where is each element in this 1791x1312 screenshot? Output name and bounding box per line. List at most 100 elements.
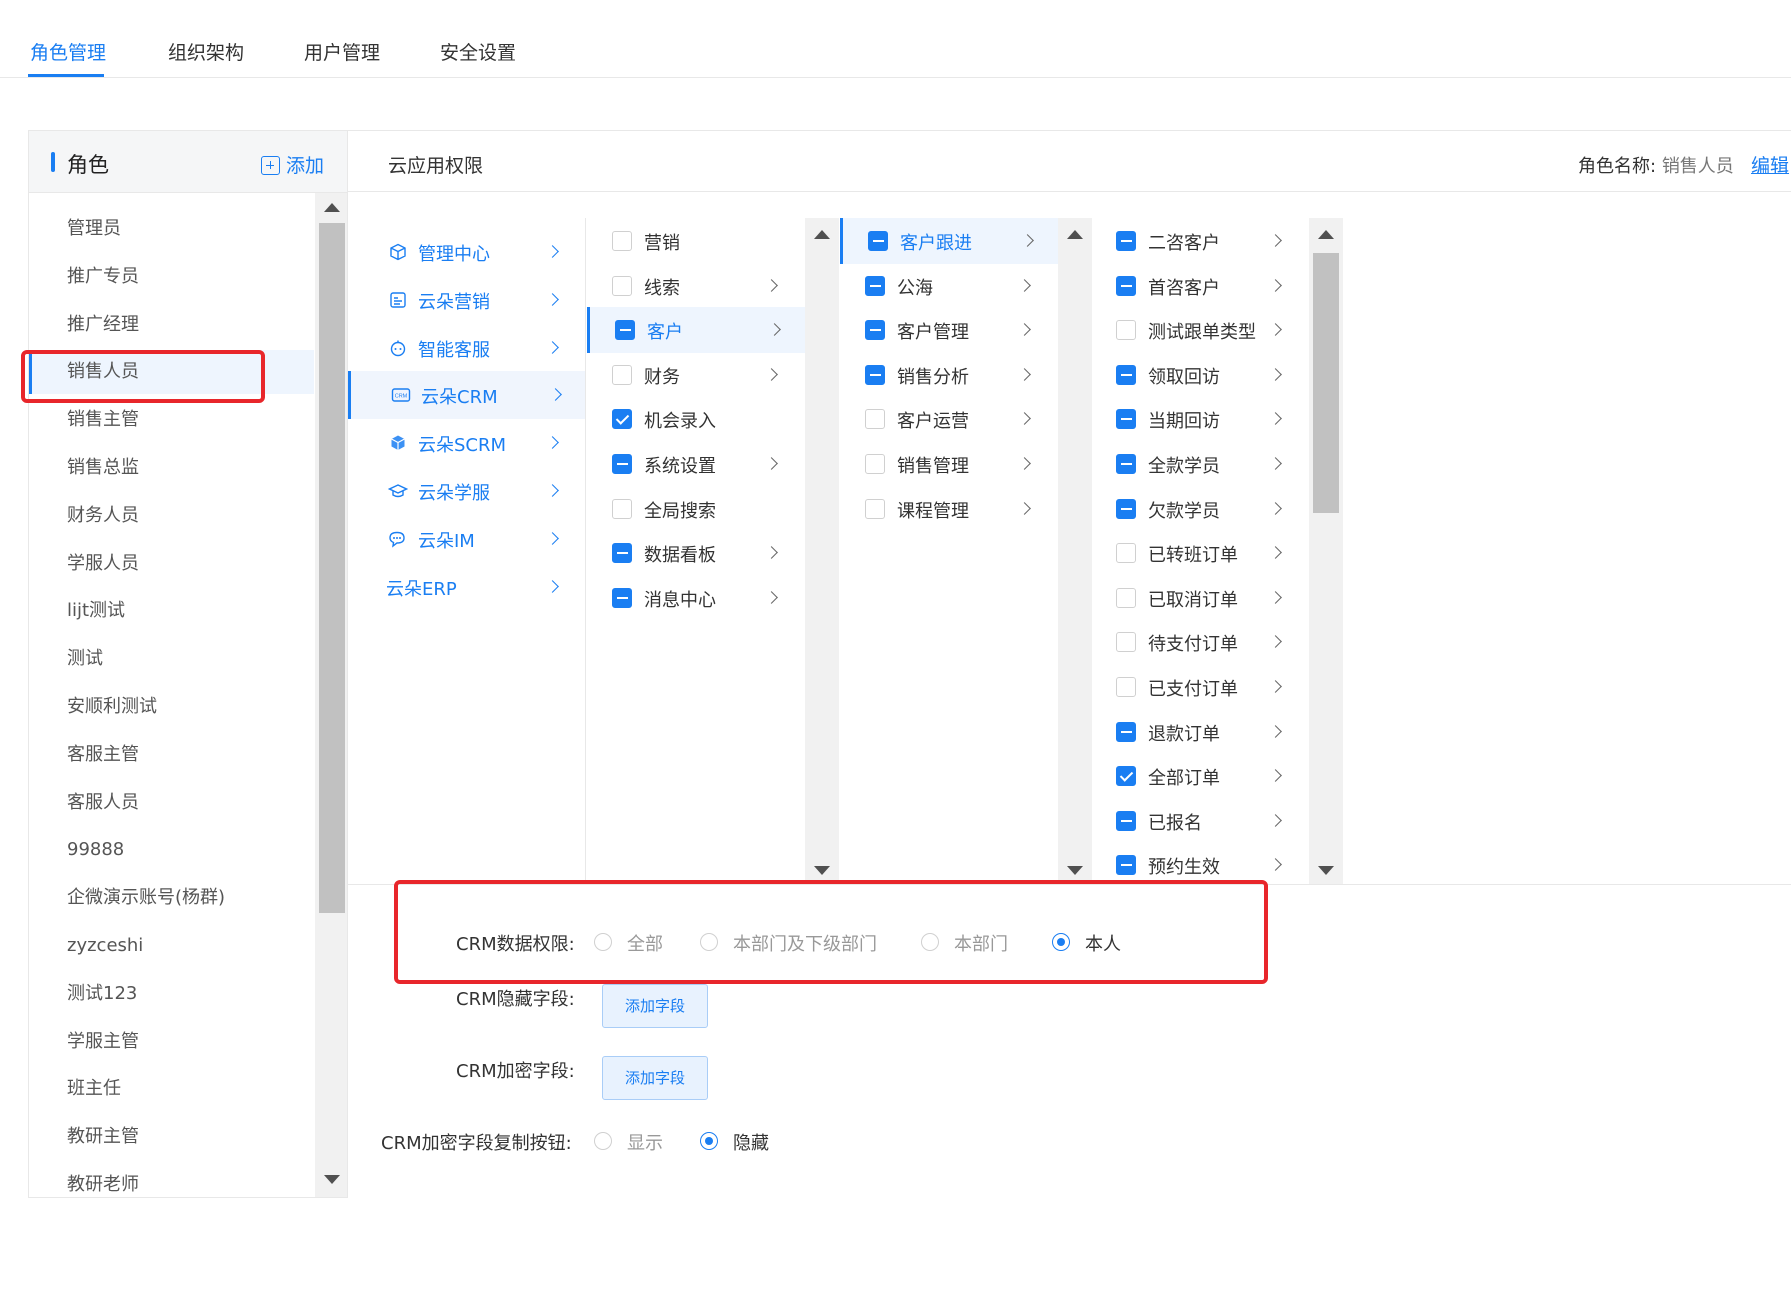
radio-dot[interactable] <box>594 1132 612 1150</box>
scroll-down-icon[interactable] <box>1067 866 1083 875</box>
app-item[interactable]: 云朵ERP <box>348 563 585 611</box>
permission-checkbox[interactable] <box>612 364 632 385</box>
scrollbar-thumb[interactable] <box>1313 253 1339 513</box>
permission-item[interactable]: 全局搜索 <box>587 486 805 532</box>
permission-checkbox[interactable] <box>1116 498 1136 519</box>
role-list-item[interactable]: 客服人员 <box>29 781 314 825</box>
detail-column-scrollbar[interactable] <box>1309 218 1343 884</box>
permission-checkbox[interactable] <box>1116 409 1136 430</box>
permission-checkbox[interactable] <box>612 587 632 608</box>
permission-item[interactable]: 当期回访 <box>1091 396 1309 442</box>
permission-checkbox[interactable] <box>865 498 885 519</box>
permission-checkbox[interactable] <box>612 275 632 296</box>
permission-item[interactable]: 领取回访 <box>1091 352 1309 398</box>
app-item[interactable]: 云朵IM <box>348 515 585 563</box>
permission-checkbox[interactable] <box>612 543 632 564</box>
permission-item[interactable]: 已支付订单 <box>1091 664 1309 710</box>
permission-item[interactable]: 机会录入 <box>587 396 805 442</box>
permission-checkbox[interactable] <box>865 364 885 385</box>
permission-item[interactable]: 二咨客户 <box>1091 218 1309 264</box>
permission-item[interactable]: 客户跟进 <box>840 218 1058 264</box>
role-list-scrollbar[interactable] <box>315 193 347 1197</box>
permission-item[interactable]: 系统设置 <box>587 441 805 487</box>
permission-checkbox[interactable] <box>1116 543 1136 564</box>
role-list-item[interactable]: 推广经理 <box>29 303 314 347</box>
permission-checkbox[interactable] <box>1116 855 1136 876</box>
permission-checkbox[interactable] <box>1116 632 1136 653</box>
permission-item[interactable]: 首咨客户 <box>1091 263 1309 309</box>
permission-item[interactable]: 公海 <box>840 263 1058 309</box>
app-item[interactable]: CRM 云朵CRM <box>348 371 585 420</box>
role-list-item[interactable]: 客服主管 <box>29 733 314 777</box>
permission-item[interactable]: 财务 <box>587 352 805 398</box>
permission-item[interactable]: 欠款学员 <box>1091 486 1309 532</box>
role-list-item[interactable]: 99888 <box>29 828 314 872</box>
scroll-up-icon[interactable] <box>324 203 340 212</box>
tab-security-settings[interactable]: 安全设置 <box>440 38 516 65</box>
role-list-item[interactable]: 销售总监 <box>29 446 314 490</box>
scroll-up-icon[interactable] <box>1067 230 1083 239</box>
app-item[interactable]: 云朵营销 <box>348 276 585 324</box>
permission-item[interactable]: 消息中心 <box>587 575 805 621</box>
permission-checkbox[interactable] <box>865 320 885 341</box>
role-list-item[interactable]: 学服人员 <box>29 542 314 586</box>
scroll-down-icon[interactable] <box>1318 866 1334 875</box>
permission-item[interactable]: 已转班订单 <box>1091 530 1309 576</box>
radio-dot[interactable] <box>700 1132 718 1150</box>
module-column-scrollbar[interactable] <box>805 218 839 884</box>
scroll-down-icon[interactable] <box>324 1175 340 1184</box>
submodule-column-scrollbar[interactable] <box>1058 218 1092 884</box>
scrollbar-thumb[interactable] <box>319 223 345 913</box>
role-list-item[interactable]: 安顺利测试 <box>29 685 314 729</box>
tab-organization[interactable]: 组织架构 <box>168 38 244 65</box>
permission-checkbox[interactable] <box>1116 320 1136 341</box>
permission-checkbox[interactable] <box>612 231 632 251</box>
scroll-up-icon[interactable] <box>814 230 830 239</box>
role-list-item[interactable]: 教研主管 <box>29 1115 314 1159</box>
add-encrypted-field-button[interactable]: 添加字段 <box>602 1056 708 1100</box>
permission-checkbox[interactable] <box>1116 587 1136 608</box>
permission-item[interactable]: 销售分析 <box>840 352 1058 398</box>
permission-checkbox[interactable] <box>612 409 632 430</box>
permission-checkbox[interactable] <box>1116 231 1136 251</box>
tab-user-management[interactable]: 用户管理 <box>304 38 380 65</box>
scroll-up-icon[interactable] <box>1318 230 1334 239</box>
permission-item[interactable]: 已取消订单 <box>1091 575 1309 621</box>
permission-checkbox[interactable] <box>865 275 885 296</box>
permission-checkbox[interactable] <box>868 231 888 251</box>
role-list-item[interactable]: 测试 <box>29 637 314 681</box>
permission-checkbox[interactable] <box>865 454 885 474</box>
role-list-item[interactable]: zyzceshi <box>29 924 314 968</box>
app-item[interactable]: 云朵SCRM <box>348 419 585 467</box>
permission-item[interactable]: 数据看板 <box>587 530 805 576</box>
permission-item[interactable]: 线索 <box>587 263 805 309</box>
permission-checkbox[interactable] <box>615 320 635 341</box>
role-list-item[interactable]: 推广专员 <box>29 255 314 299</box>
permission-item[interactable]: 待支付订单 <box>1091 619 1309 665</box>
role-list-item[interactable]: 管理员 <box>29 207 314 251</box>
permission-checkbox[interactable] <box>1116 766 1136 787</box>
permission-checkbox[interactable] <box>612 454 632 474</box>
permission-checkbox[interactable] <box>1116 364 1136 385</box>
permission-item[interactable]: 退款订单 <box>1091 709 1309 755</box>
permission-checkbox[interactable] <box>1116 677 1136 697</box>
permission-checkbox[interactable] <box>1116 454 1136 474</box>
scroll-down-icon[interactable] <box>814 866 830 875</box>
app-item[interactable]: 云朵学服 <box>348 467 585 515</box>
permission-item[interactable]: 预约生效 <box>1091 842 1309 884</box>
permission-item[interactable]: 已报名 <box>1091 798 1309 844</box>
role-list-item[interactable]: 销售主管 <box>29 398 314 442</box>
app-item[interactable]: 智能客服 <box>348 324 585 372</box>
tab-role-management[interactable]: 角色管理 <box>30 38 106 65</box>
role-list-item[interactable]: 教研老师 <box>29 1163 314 1197</box>
permission-item[interactable]: 课程管理 <box>840 486 1058 532</box>
permission-item[interactable]: 客户管理 <box>840 307 1058 353</box>
role-list-item[interactable]: lijt测试 <box>29 589 314 633</box>
role-list-item[interactable]: 财务人员 <box>29 494 314 538</box>
role-list-item[interactable]: 企微演示账号(杨群) <box>29 876 314 920</box>
app-item[interactable]: 管理中心 <box>348 228 585 276</box>
edit-role-link[interactable]: 编辑 <box>1751 151 1789 178</box>
permission-item[interactable]: 销售管理 <box>840 441 1058 487</box>
permission-checkbox[interactable] <box>1116 810 1136 831</box>
permission-item[interactable]: 全款学员 <box>1091 441 1309 487</box>
